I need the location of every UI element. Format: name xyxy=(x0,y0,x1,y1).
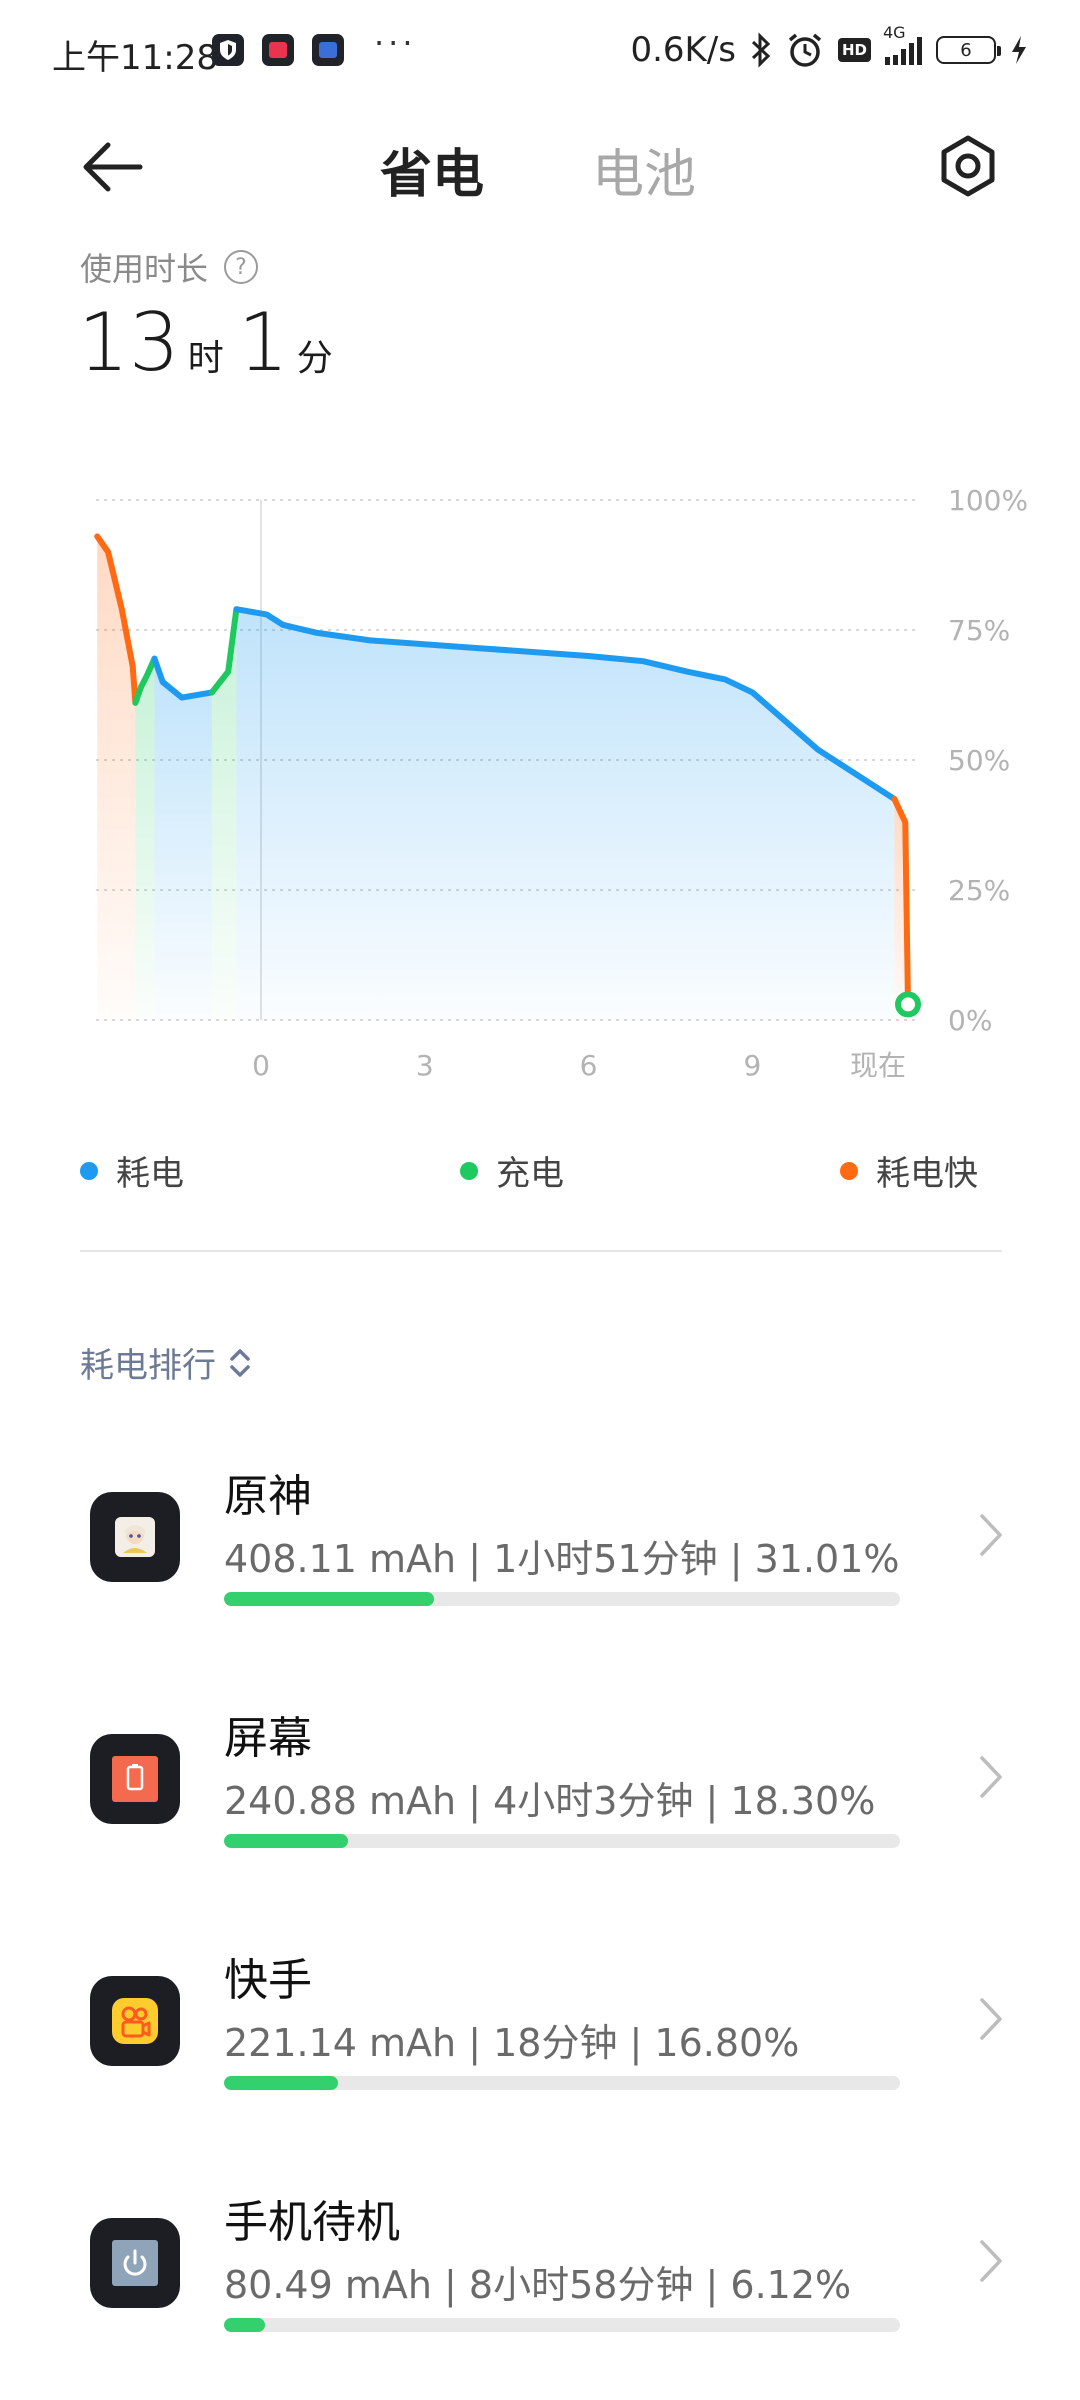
series-area xyxy=(236,609,895,1020)
series-area xyxy=(97,536,136,1020)
status-bar: 上午11:28 ··· 0.6K/s HD 4G 6 xyxy=(0,0,1080,110)
doc-app-icon xyxy=(312,34,344,66)
kuaishou-icon xyxy=(90,1976,180,2066)
x-tick-label: 9 xyxy=(743,1049,761,1080)
usage-bar xyxy=(224,1834,900,1848)
sort-chevrons-icon xyxy=(230,1348,250,1377)
charging-bolt-icon xyxy=(1012,36,1026,64)
gear-icon xyxy=(941,135,995,197)
alarm-icon xyxy=(788,33,822,67)
battery-icon: 6 xyxy=(936,36,1001,64)
item-detail: 80.49 mAh | 8小时58分钟 | 6.12% xyxy=(224,2263,852,2307)
series-area xyxy=(211,609,237,1020)
usage-bar xyxy=(224,1592,900,1606)
item-name: 快手 xyxy=(224,1955,312,2006)
usage-label-text: 使用时长 xyxy=(80,250,209,288)
tab-power-saving[interactable]: 省电 xyxy=(380,132,484,207)
hd-badge: HD xyxy=(837,38,871,62)
x-tick-label: 0 xyxy=(252,1049,270,1080)
back-arrow-icon xyxy=(83,142,143,192)
y-tick-label: 25% xyxy=(948,874,1010,907)
net-speed: 0.6K/s xyxy=(630,30,736,70)
y-tick-label: 75% xyxy=(948,614,1010,647)
item-name: 原神 xyxy=(224,1471,312,1522)
legend-charge-dot xyxy=(460,1161,478,1180)
item-detail: 408.11 mAh | 1小时51分钟 | 31.01% xyxy=(224,1537,900,1581)
help-icon[interactable]: ? xyxy=(224,250,259,284)
legend-fast-drain-dot xyxy=(840,1161,858,1180)
legend-drain-label: 耗电 xyxy=(116,1154,184,1194)
chart-legend: 耗电 充电 耗电快 xyxy=(0,1146,1080,1196)
battery-level-chart: 100% 75% 50% 25% 0% 0 3 6 9 现在 xyxy=(94,484,1028,1082)
legend-charge: 充电 xyxy=(460,1146,564,1195)
item-name: 手机待机 xyxy=(224,2197,400,2248)
legend-fast-drain-label: 耗电快 xyxy=(876,1154,978,1194)
item-detail: 240.88 mAh | 4小时3分钟 | 18.30% xyxy=(224,1779,876,1823)
legend-drain-dot xyxy=(80,1161,98,1180)
usage-bar xyxy=(224,2318,900,2332)
chevron-right-icon xyxy=(980,1756,1002,1798)
x-tick-label: 现在 xyxy=(850,1049,906,1080)
current-level-point xyxy=(895,991,922,1018)
usage-bar-fill xyxy=(224,2318,266,2332)
y-tick-label: 0% xyxy=(948,1004,992,1037)
chevron-right-icon xyxy=(980,1514,1002,1556)
ranking-sort-toggle[interactable]: 耗电排行 xyxy=(80,1338,252,1387)
x-tick-label: 3 xyxy=(416,1049,434,1080)
x-tick-label: 6 xyxy=(580,1049,598,1080)
y-tick-label: 50% xyxy=(948,744,1010,777)
battery-level: 6 xyxy=(960,39,972,61)
status-right: 0.6K/s HD 4G 6 xyxy=(630,23,1028,70)
chevron-right-icon xyxy=(980,2240,1002,2282)
usage-minutes: 1 xyxy=(237,296,289,389)
usage-bar-fill xyxy=(224,1592,434,1606)
usage-bar-fill xyxy=(224,2076,338,2090)
usage-bar-fill xyxy=(224,1834,348,1848)
screen-icon xyxy=(90,1734,180,1824)
bluetooth-icon xyxy=(751,32,771,68)
genshin-icon xyxy=(90,1492,180,1582)
notification-icons: ··· xyxy=(212,24,417,66)
usage-bar xyxy=(224,2076,900,2090)
legend-fast-drain: 耗电快 xyxy=(840,1146,978,1195)
usage-hours: 13 xyxy=(78,296,180,389)
series-area xyxy=(154,658,212,1020)
list-item-standby[interactable]: 手机待机 80.49 mAh | 8小时58分钟 | 6.12% xyxy=(0,2166,1080,2366)
legend-drain: 耗电 xyxy=(80,1146,184,1195)
legend-charge-label: 充电 xyxy=(496,1154,564,1194)
usage-duration-value: 13 时 1 分 xyxy=(78,296,347,389)
signal-icon: 4G xyxy=(883,23,922,65)
divider xyxy=(80,1250,1002,1252)
list-item-screen[interactable]: 屏幕 240.88 mAh | 4小时3分钟 | 18.30% xyxy=(0,1682,1080,1882)
chevron-right-icon xyxy=(980,1998,1002,2040)
list-item-kuaishou[interactable]: 快手 221.14 mAh | 18分钟 | 16.80% xyxy=(0,1924,1080,2124)
back-button[interactable] xyxy=(78,132,148,202)
series-area xyxy=(135,658,155,1020)
y-tick-label: 100% xyxy=(948,484,1028,517)
power-icon xyxy=(90,2218,180,2308)
network-type: 4G xyxy=(883,23,906,42)
status-time: 上午11:28 xyxy=(52,38,218,78)
list-item-genshin[interactable]: 原神 408.11 mAh | 1小时51分钟 | 31.01% xyxy=(0,1440,1080,1640)
settings-button[interactable] xyxy=(932,130,1004,202)
battery-chart[interactable]: 100% 75% 50% 25% 0% 0 3 6 9 现在 xyxy=(0,460,1080,1082)
tab-battery[interactable]: 电池 xyxy=(592,132,696,207)
item-detail: 221.14 mAh | 18分钟 | 16.80% xyxy=(224,2021,800,2065)
usage-duration-label: 使用时长 ? xyxy=(80,244,259,290)
usage-hours-unit: 时 xyxy=(187,338,224,379)
header: 省电 电池 xyxy=(0,110,1080,220)
shield-app-icon xyxy=(212,34,244,66)
ranking-title: 耗电排行 xyxy=(80,1346,216,1386)
more-notifications-icon: ··· xyxy=(374,24,417,62)
item-name: 屏幕 xyxy=(224,1713,312,1764)
bag-app-icon xyxy=(262,34,294,66)
usage-minutes-unit: 分 xyxy=(296,338,333,379)
